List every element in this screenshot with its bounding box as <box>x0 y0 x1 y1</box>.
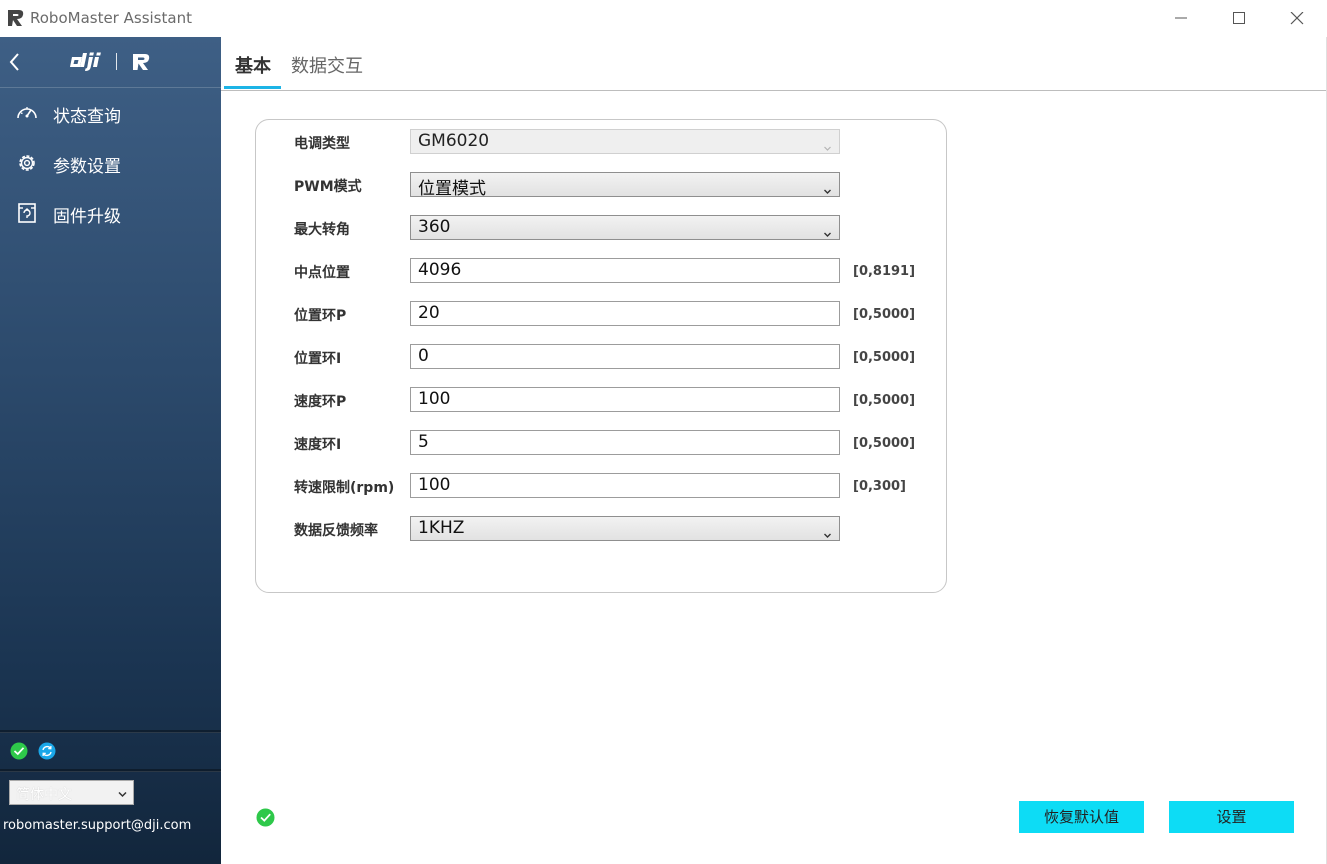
window-title: RoboMaster Assistant <box>30 9 192 27</box>
center-position-label: 中点位置 <box>294 265 350 281</box>
language-select[interactable]: 简体中文 <box>9 780 134 805</box>
device-ok-icon <box>256 808 275 827</box>
speed-limit-label: 转速限制(rpm) <box>294 480 395 496</box>
pos-loop-i-label: 位置环I <box>294 351 342 367</box>
speed-loop-i-range: [0,5000] <box>853 436 916 451</box>
sidebar-divider <box>0 730 221 733</box>
speed-loop-i-label: 速度环I <box>294 437 342 453</box>
feedback-frequency-select[interactable]: 1KHZ <box>410 516 840 541</box>
form-row-feedback-frequency: 数据反馈频率 1KHZ <box>256 514 948 542</box>
form-row-speed-loop-i: 速度环I 5 [0,5000] <box>256 428 948 456</box>
max-angle-select[interactable]: 360 <box>410 215 840 240</box>
gear-icon <box>15 151 39 175</box>
sidebar-header <box>0 37 221 88</box>
support-email: robomaster.support@dji.com <box>3 818 192 833</box>
active-tab-indicator <box>224 86 281 89</box>
sidebar-divider <box>0 769 221 772</box>
close-button[interactable] <box>1274 0 1320 37</box>
settings-panel: 电调类型 GM6020 PWM模式 位置模式 最大转角 360 中点位置 409… <box>255 119 947 593</box>
sidebar-item-status[interactable]: 状态查询 <box>0 89 221 135</box>
pwm-mode-select[interactable]: 位置模式 <box>410 172 840 199</box>
form-row-speed-limit: 转速限制(rpm) 100 [0,300] <box>256 471 948 499</box>
esc-type-value: GM6020 <box>418 131 490 151</box>
sidebar-item-label: 参数设置 <box>53 157 121 177</box>
pos-loop-i-range: [0,5000] <box>853 350 916 365</box>
pos-loop-i-input[interactable]: 0 <box>410 344 840 369</box>
back-chevron-icon[interactable] <box>6 51 24 73</box>
feedback-frequency-value: 1KHZ <box>418 518 465 538</box>
center-position-range: [0,8191] <box>853 264 916 279</box>
speed-loop-p-input[interactable]: 100 <box>410 387 840 412</box>
pos-loop-p-label: 位置环P <box>294 308 347 324</box>
feedback-frequency-label: 数据反馈频率 <box>294 523 378 539</box>
sidebar-item-firmware[interactable]: 固件升级 <box>0 189 221 235</box>
chevron-down-icon <box>823 181 832 194</box>
form-row-max-angle: 最大转角 360 <box>256 213 948 241</box>
pwm-mode-label: PWM模式 <box>294 179 362 195</box>
robomaster-r-logo-icon <box>130 51 152 73</box>
maximize-button[interactable] <box>1216 0 1262 37</box>
form-row-pos-loop-i: 位置环I 0 [0,5000] <box>256 342 948 370</box>
pos-loop-p-input[interactable]: 20 <box>410 301 840 326</box>
sidebar-item-settings[interactable]: 参数设置 <box>0 139 221 185</box>
speed-loop-p-range: [0,5000] <box>853 393 916 408</box>
minimize-button[interactable] <box>1158 0 1204 37</box>
form-row-speed-loop-p: 速度环P 100 [0,5000] <box>256 385 948 413</box>
max-angle-label: 最大转角 <box>294 222 350 238</box>
form-row-esc-type: 电调类型 GM6020 <box>256 127 948 155</box>
max-angle-value: 360 <box>418 217 451 237</box>
sync-icon[interactable] <box>38 742 56 760</box>
chevron-down-icon <box>823 525 832 538</box>
chevron-down-icon <box>823 138 832 151</box>
form-row-pwm-mode: PWM模式 位置模式 <box>256 170 948 199</box>
pwm-mode-value: 位置模式 <box>418 179 486 199</box>
restore-defaults-button[interactable]: 恢复默认值 <box>1019 801 1144 833</box>
speedometer-icon <box>15 101 39 125</box>
tab-bar: 基本 数据交互 <box>221 37 1327 91</box>
sidebar: 状态查询 参数设置 固件升级 简体中文 robomaster.support@d… <box>0 37 221 864</box>
speed-loop-i-input[interactable]: 5 <box>410 430 840 455</box>
dji-logo-icon <box>68 52 108 72</box>
connection-ok-icon <box>10 742 28 760</box>
apply-settings-button[interactable]: 设置 <box>1169 801 1294 833</box>
center-position-input[interactable]: 4096 <box>410 258 840 283</box>
sidebar-item-label: 状态查询 <box>53 107 121 127</box>
firmware-upgrade-icon <box>15 201 39 225</box>
pos-loop-p-range: [0,5000] <box>853 307 916 322</box>
form-row-pos-loop-p: 位置环P 20 [0,5000] <box>256 299 948 327</box>
chevron-down-icon <box>118 787 127 798</box>
speed-limit-range: [0,300] <box>853 479 907 494</box>
speed-limit-input[interactable]: 100 <box>410 473 840 498</box>
sidebar-item-label: 固件升级 <box>53 207 121 227</box>
speed-loop-p-label: 速度环P <box>294 394 347 410</box>
tab-data-exchange[interactable]: 数据交互 <box>291 52 363 78</box>
esc-type-select: GM6020 <box>410 129 840 154</box>
language-value: 简体中文 <box>16 787 72 803</box>
form-row-center-position: 中点位置 4096 [0,8191] <box>256 256 948 284</box>
logo-separator <box>116 53 117 70</box>
robomaster-logo-icon <box>6 7 26 29</box>
esc-type-label: 电调类型 <box>294 136 350 152</box>
tab-basic[interactable]: 基本 <box>235 52 271 78</box>
title-bar: RoboMaster Assistant <box>0 0 1327 37</box>
chevron-down-icon <box>823 224 832 237</box>
